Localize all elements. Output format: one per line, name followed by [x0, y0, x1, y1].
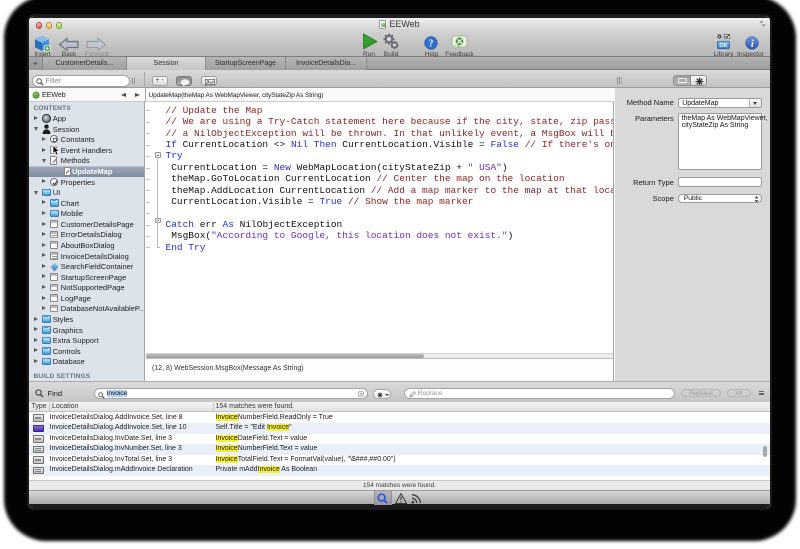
svg-text:OK: OK — [719, 43, 727, 49]
svg-text:?: ? — [429, 39, 434, 50]
svg-text:i: i — [750, 38, 753, 49]
